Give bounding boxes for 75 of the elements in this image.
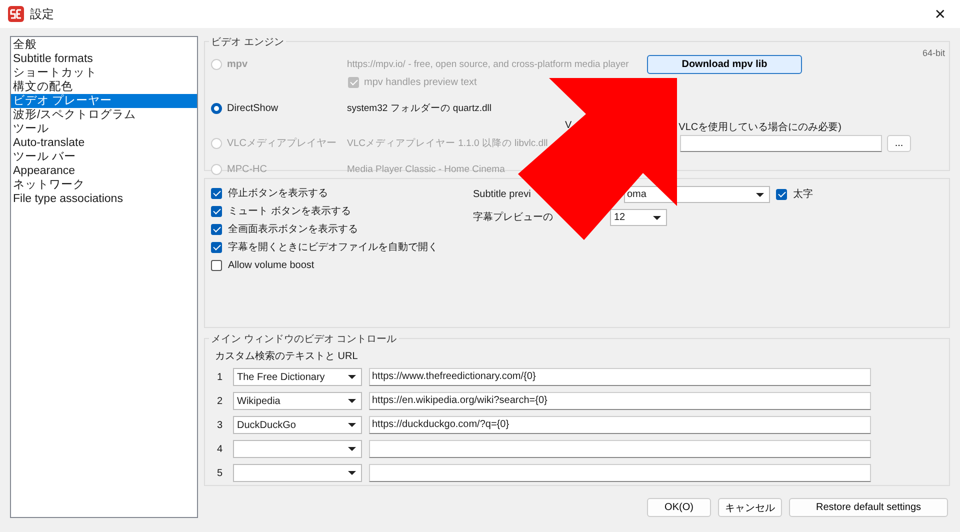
group-title: ビデオ エンジン — [209, 35, 286, 49]
row-number: 2 — [216, 396, 224, 406]
checkbox-label: 全画面表示ボタンを表示する — [228, 222, 358, 236]
url-field[interactable]: https://en.wikipedia.org/wiki?search={0} — [369, 392, 871, 410]
caret-icon — [348, 423, 356, 427]
sidebar-item[interactable]: ビデオ プレーヤー — [11, 94, 197, 108]
checkbox-label: mpv handles preview text — [364, 76, 477, 88]
sidebar-item[interactable]: 波形/スペクトログラム — [11, 108, 197, 122]
caret-icon — [348, 399, 356, 403]
sidebar-item[interactable]: ツール バー — [11, 150, 197, 164]
engine-description: system32 フォルダーの quartz.dll — [347, 102, 492, 114]
path-field[interactable] — [680, 134, 882, 152]
sidebar-item[interactable]: ショートカット — [11, 66, 197, 80]
engine-description: VLCメディアプレイヤー 1.1.0 以降の libvlc.dll — [347, 136, 549, 150]
sidebar-item[interactable]: Subtitle formats — [11, 52, 197, 66]
url-field[interactable] — [369, 440, 871, 458]
download-button[interactable]: Download mpv lib — [647, 54, 802, 74]
dialog-button[interactable]: キャンセル — [718, 498, 782, 517]
checkbox[interactable] — [211, 260, 222, 270]
row-number: 3 — [216, 420, 224, 430]
checkbox[interactable] — [211, 188, 222, 198]
row-number: 4 — [216, 444, 224, 454]
close-button[interactable]: ✕ — [928, 6, 952, 22]
caret-icon — [653, 216, 661, 220]
radio-button[interactable] — [211, 102, 222, 114]
browse-button[interactable]: ... — [887, 134, 911, 152]
search-name-dropdown[interactable]: DuckDuckGo — [233, 416, 362, 434]
sidebar-item[interactable]: ツール — [11, 122, 197, 136]
url-field[interactable]: https://duckduckgo.com/?q={0} — [369, 416, 871, 434]
sidebar-item[interactable]: Appearance — [11, 164, 197, 178]
checkbox[interactable] — [211, 224, 222, 234]
sidebar-item[interactable]: ネットワーク — [11, 178, 197, 192]
search-name-dropdown[interactable] — [233, 440, 362, 458]
sidebar-item[interactable]: 全般 — [11, 38, 197, 52]
size-label: 字幕プレビューの — [473, 210, 554, 224]
caret-icon — [348, 375, 356, 379]
window-title: 設定 — [30, 6, 54, 22]
search-caption: カスタム検索のテキストと URL — [215, 350, 359, 364]
caret-icon — [348, 471, 356, 475]
path-label: VLCを使用している場合にのみ必要) — [678, 120, 842, 133]
checkbox-label: 停止ボタンを表示する — [228, 186, 328, 200]
row-number: 5 — [216, 468, 224, 478]
dialog-button[interactable]: Restore default settings — [789, 498, 948, 517]
dialog-button[interactable]: OK(O) — [647, 498, 711, 517]
engine-label: DirectShow — [227, 102, 280, 114]
sidebar-item[interactable]: Auto-translate — [11, 136, 197, 150]
caret-icon — [348, 447, 356, 451]
engine-label: mpv — [227, 58, 249, 70]
app-logo-icon — [8, 6, 24, 22]
path-label: V — [565, 120, 572, 133]
font-dropdown[interactable]: oma — [624, 186, 770, 202]
engine-label: VLCメディアプレイヤー — [227, 136, 338, 150]
search-name-dropdown[interactable]: The Free Dictionary — [233, 368, 362, 386]
url-field[interactable]: https://www.thefreedictionary.com/{0} — [369, 368, 871, 386]
sidebar-item[interactable]: File type associations — [11, 192, 197, 206]
font-label: Subtitle previ — [473, 188, 532, 200]
checkbox[interactable] — [776, 188, 787, 200]
search-name-dropdown[interactable] — [233, 464, 362, 482]
checkbox-label: 字幕を開くときにビデオファイルを自動で開く — [228, 240, 438, 254]
caret-icon — [756, 192, 764, 196]
engine-description: Media Player Classic - Home Cinema — [347, 164, 506, 174]
checkbox-label: 太字 — [793, 188, 813, 201]
checkbox-label: Allow volume boost — [228, 260, 314, 270]
checkbox[interactable] — [211, 242, 222, 252]
checkbox[interactable] — [211, 206, 222, 216]
checkbox-label: ミュート ボタンを表示する — [228, 204, 351, 218]
engine-label: MPC-HC — [227, 164, 268, 174]
bitness-label: 64-bit — [922, 48, 945, 58]
row-number: 1 — [216, 372, 224, 382]
sidebar-item[interactable]: 構文の配色 — [11, 80, 197, 94]
engine-description: https://mpv.io/ - free, open source, and cross-platform media player — [347, 58, 630, 70]
search-name-dropdown[interactable]: Wikipedia — [233, 392, 362, 410]
group-title: メイン ウィンドウのビデオ コントロール — [209, 332, 399, 346]
url-field[interactable] — [369, 464, 871, 482]
size-dropdown[interactable]: 12 — [610, 208, 667, 226]
